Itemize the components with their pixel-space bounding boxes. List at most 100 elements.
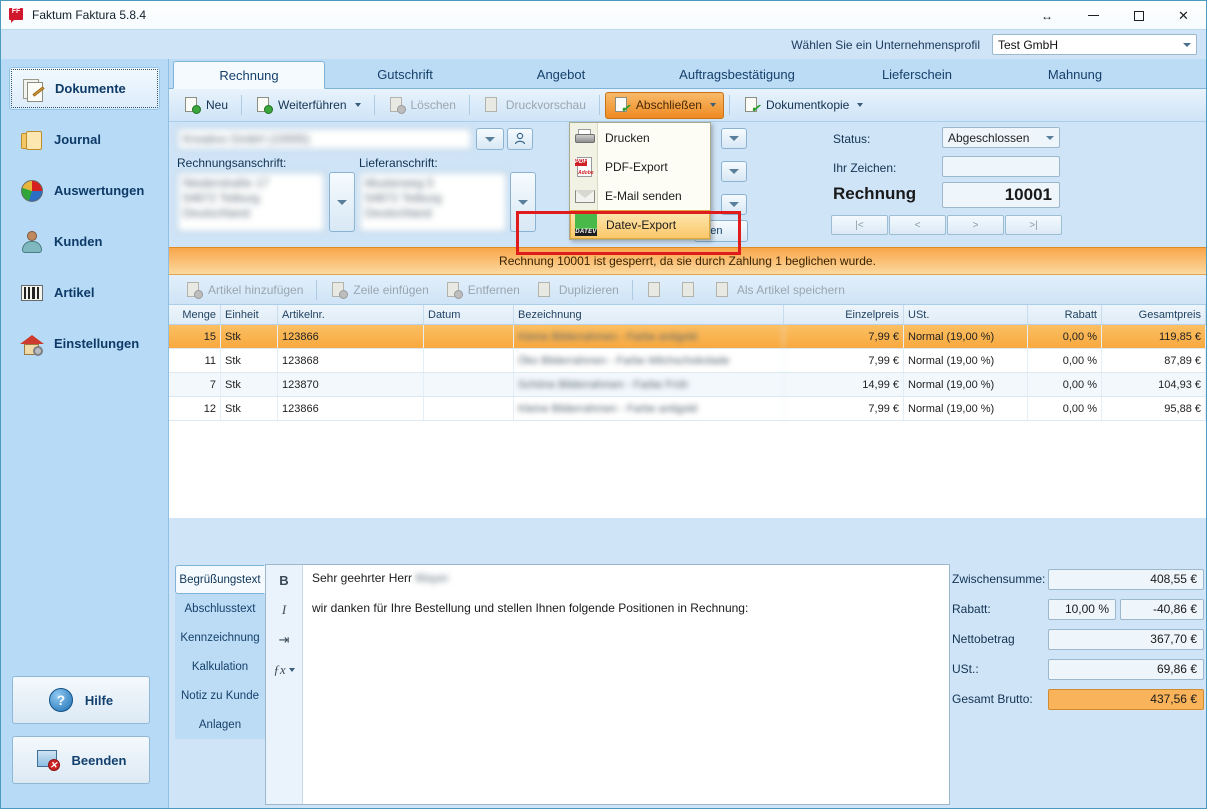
- grid-column-header[interactable]: Gesamtpreis: [1102, 305, 1206, 324]
- bold-icon[interactable]: B: [266, 565, 302, 595]
- grid-cell-datum[interactable]: [424, 373, 514, 396]
- resize-icon[interactable]: ↔: [1023, 1, 1071, 30]
- grid-column-header[interactable]: Bezeichnung: [514, 305, 784, 324]
- table-row[interactable]: 7 Stk 123870 Schöne Bilderrahmen - Farbe Fr…: [169, 373, 1206, 397]
- shipping-address-dropdown[interactable]: [510, 172, 536, 232]
- menu-item-datev-export[interactable]: DATEV Datev-Export: [570, 210, 710, 239]
- grid-cell-gesamtpreis[interactable]: 119,85 €: [1102, 325, 1206, 348]
- continue-button[interactable]: Weiterführen: [247, 92, 368, 119]
- menu-item-pdf-export[interactable]: PDF Adobe PDF-Export: [570, 152, 710, 181]
- billing-address-field[interactable]: Niederstraße 17 54872 Tetburg Deutschlan…: [177, 172, 325, 232]
- reference-input[interactable]: [942, 156, 1060, 177]
- grid-cell-einzelpreis[interactable]: 7,99 €: [784, 349, 904, 372]
- grid-column-header[interactable]: Artikelnr.: [278, 305, 424, 324]
- tab-angebot[interactable]: Angebot: [485, 61, 637, 89]
- grid-cell-menge[interactable]: 12: [169, 397, 221, 420]
- nav-prev-button[interactable]: <: [889, 215, 946, 235]
- hidden-dropdown-3[interactable]: [721, 194, 747, 215]
- grid-cell-datum[interactable]: [424, 325, 514, 348]
- editor-text-area[interactable]: Sehr geehrter Herr Mayer wir danken für …: [304, 565, 949, 804]
- grid-cell-einzelpreis[interactable]: 7,99 €: [784, 325, 904, 348]
- abschliessen-dropdown-menu[interactable]: Drucken PDF Adobe PDF-Export E-Mail sende…: [569, 122, 711, 240]
- grid-cell-menge[interactable]: 11: [169, 349, 221, 372]
- sidebar-item-journal[interactable]: Journal: [9, 118, 160, 161]
- tab-auftragsbestaetigung[interactable]: Auftragsbestätigung: [641, 61, 833, 89]
- nav-first-button[interactable]: |<: [831, 215, 888, 235]
- grid-cell-einzelpreis[interactable]: 7,99 €: [784, 397, 904, 420]
- grid-column-header[interactable]: USt.: [904, 305, 1028, 324]
- hidden-dropdown-1[interactable]: [721, 128, 747, 149]
- nav-next-button[interactable]: >: [947, 215, 1004, 235]
- grid-cell-einheit[interactable]: Stk: [221, 397, 278, 420]
- minimize-icon[interactable]: [1071, 1, 1116, 30]
- grid-cell-einheit[interactable]: Stk: [221, 349, 278, 372]
- tab-rechnung[interactable]: Rechnung: [173, 61, 325, 89]
- text-tab-1[interactable]: Abschlusstext: [175, 594, 265, 623]
- totals-value-field[interactable]: 437,56 €: [1048, 688, 1204, 710]
- grid-column-header[interactable]: Menge: [169, 305, 221, 324]
- grid-cell-rabatt[interactable]: 0,00 %: [1028, 373, 1102, 396]
- grid-cell-ust[interactable]: Normal (19,00 %): [904, 397, 1028, 420]
- text-tab-4[interactable]: Notiz zu Kunde: [175, 681, 265, 710]
- document-number-field[interactable]: 10001: [942, 182, 1060, 208]
- totals-percent-field[interactable]: 10,00 %: [1048, 598, 1116, 620]
- grid-cell-gesamtpreis[interactable]: 95,88 €: [1102, 397, 1206, 420]
- function-icon[interactable]: ƒx: [266, 655, 302, 685]
- tab-gutschrift[interactable]: Gutschrift: [329, 61, 481, 89]
- sidebar-item-einstellungen[interactable]: Einstellungen: [9, 322, 160, 365]
- grid-cell-artikelnr[interactable]: 123870: [278, 373, 424, 396]
- grid-cell-ust[interactable]: Normal (19,00 %): [904, 349, 1028, 372]
- grid-cell-einzelpreis[interactable]: 14,99 €: [784, 373, 904, 396]
- sidebar-item-auswertungen[interactable]: Auswertungen: [9, 169, 160, 212]
- sidebar-item-dokumente[interactable]: Dokumente: [9, 67, 160, 110]
- tab-mahnung[interactable]: Mahnung: [999, 61, 1151, 89]
- grid-cell-menge[interactable]: 7: [169, 373, 221, 396]
- help-button[interactable]: ? Hilfe: [12, 676, 150, 724]
- grid-cell-bezeichnung[interactable]: Öko Bilderrahmen - Farbe Milchschokolade: [514, 349, 784, 372]
- grid-cell-bezeichnung[interactable]: Kleine Bilderrahmen - Farbe antigold: [514, 325, 784, 348]
- indent-icon[interactable]: ⇥: [266, 625, 302, 655]
- nav-last-button[interactable]: >|: [1005, 215, 1062, 235]
- billing-address-dropdown[interactable]: [329, 172, 355, 232]
- menu-item-drucken[interactable]: Drucken: [570, 123, 710, 152]
- grid-cell-artikelnr[interactable]: 123866: [278, 397, 424, 420]
- grid-cell-menge[interactable]: 15: [169, 325, 221, 348]
- text-editor[interactable]: B I ⇥ ƒx Sehr geehrter Herr Mayer wir da…: [265, 564, 950, 805]
- totals-value-field[interactable]: -40,86 €: [1120, 598, 1204, 620]
- company-profile-select[interactable]: Test GmbH: [992, 34, 1197, 55]
- grid-cell-einheit[interactable]: Stk: [221, 373, 278, 396]
- grid-cell-gesamtpreis[interactable]: 104,93 €: [1102, 373, 1206, 396]
- grid-cell-ust[interactable]: Normal (19,00 %): [904, 325, 1028, 348]
- grid-cell-gesamtpreis[interactable]: 87,89 €: [1102, 349, 1206, 372]
- grid-cell-rabatt[interactable]: 0,00 %: [1028, 349, 1102, 372]
- table-row[interactable]: 11 Stk 123868 Öko Bilderrahmen - Farbe Milc…: [169, 349, 1206, 373]
- totals-value-field[interactable]: 69,86 €: [1048, 658, 1204, 680]
- table-row[interactable]: 12 Stk 123866 Kleine Bilderrahmen - Farbe a…: [169, 397, 1206, 421]
- grid-cell-datum[interactable]: [424, 349, 514, 372]
- grid-column-header[interactable]: Einzelpreis: [784, 305, 904, 324]
- tab-lieferschein[interactable]: Lieferschein: [841, 61, 993, 89]
- grid-cell-einheit[interactable]: Stk: [221, 325, 278, 348]
- grid-cell-datum[interactable]: [424, 397, 514, 420]
- shipping-address-field[interactable]: Musterweg 5 54872 Tetburg Deutschland: [359, 172, 507, 232]
- status-select[interactable]: Abgeschlossen: [942, 127, 1060, 148]
- grid-column-header[interactable]: Rabatt: [1028, 305, 1102, 324]
- customer-detail-button[interactable]: [507, 128, 533, 150]
- totals-value-field[interactable]: 367,70 €: [1048, 628, 1204, 650]
- menu-item-email-senden[interactable]: E-Mail senden: [570, 181, 710, 210]
- grid-cell-bezeichnung[interactable]: Schöne Bilderrahmen - Farbe Früh: [514, 373, 784, 396]
- grid-cell-ust[interactable]: Normal (19,00 %): [904, 373, 1028, 396]
- sidebar-item-artikel[interactable]: Artikel: [9, 271, 160, 314]
- totals-value-field[interactable]: 408,55 €: [1048, 568, 1204, 590]
- grid-cell-rabatt[interactable]: 0,00 %: [1028, 325, 1102, 348]
- text-tab-5[interactable]: Anlagen: [175, 710, 265, 739]
- grid-cell-bezeichnung[interactable]: Kleine Bilderrahmen - Farbe antigold: [514, 397, 784, 420]
- grid-cell-artikelnr[interactable]: 123866: [278, 325, 424, 348]
- hidden-dropdown-2[interactable]: [721, 161, 747, 182]
- text-tab-0[interactable]: Begrüßungstext: [175, 565, 265, 594]
- grid-cell-artikelnr[interactable]: 123868: [278, 349, 424, 372]
- table-row[interactable]: 15 Stk 123866 Kleine Bilderrahmen - Farbe a…: [169, 325, 1206, 349]
- maximize-icon[interactable]: [1116, 1, 1161, 30]
- grid-cell-rabatt[interactable]: 0,00 %: [1028, 397, 1102, 420]
- grid-column-header[interactable]: Datum: [424, 305, 514, 324]
